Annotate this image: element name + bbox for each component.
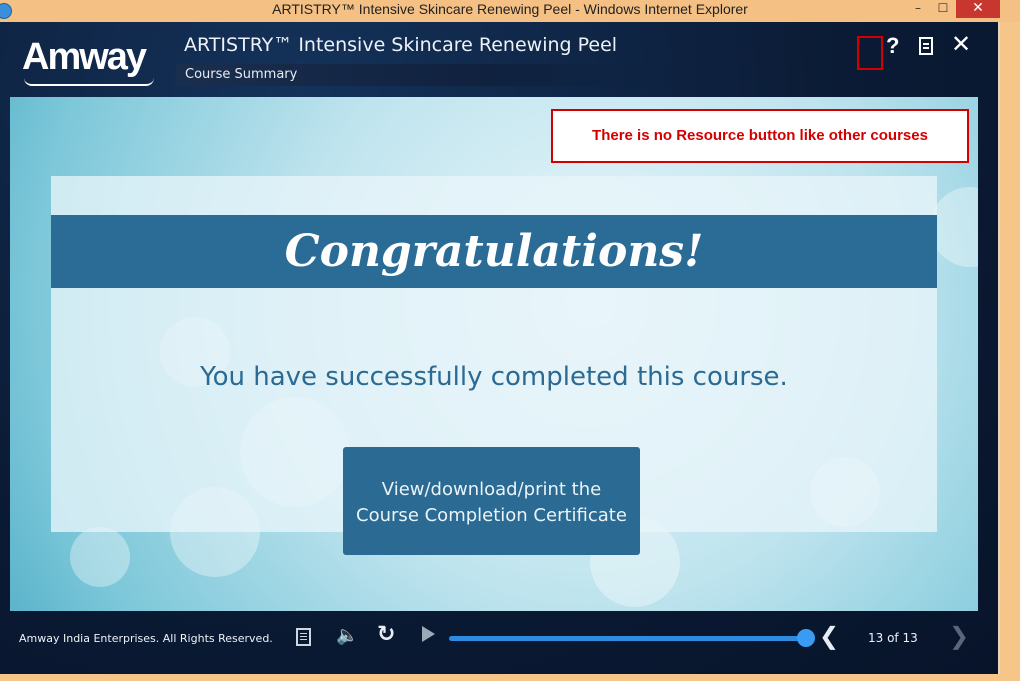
certificate-button-line1: View/download/print the <box>381 479 602 500</box>
maximize-button[interactable]: ☐ <box>930 0 956 18</box>
window-border <box>0 674 1000 681</box>
help-icon[interactable]: ? <box>886 33 899 59</box>
prev-icon[interactable]: ❮ <box>819 622 839 650</box>
certificate-button-line2: Course Completion Certificate <box>356 505 627 526</box>
menu-icon[interactable] <box>919 37 933 55</box>
window-title: ARTISTRY™ Intensive Skincare Renewing Pe… <box>272 1 748 17</box>
minimize-button[interactable]: – <box>905 0 931 18</box>
slide-content: Congratulations! You have successfully c… <box>10 97 978 611</box>
course-player: Amway ARTISTRY™ Intensive Skincare Renew… <box>0 22 998 674</box>
next-icon[interactable]: ❯ <box>949 622 969 650</box>
completion-message: You have successfully completed this cou… <box>200 362 788 392</box>
amway-logo: Amway <box>22 36 147 78</box>
missing-resource-highlight <box>857 36 883 70</box>
window-border <box>1000 22 1020 681</box>
progress-track[interactable] <box>449 636 807 641</box>
window-titlebar: ARTISTRY™ Intensive Skincare Renewing Pe… <box>0 0 1020 22</box>
congratulations-heading: Congratulations! <box>284 226 704 277</box>
window-close-button[interactable]: ✕ <box>956 0 1000 18</box>
course-title: ARTISTRY™ Intensive Skincare Renewing Pe… <box>184 34 618 56</box>
course-subtitle: Course Summary <box>185 67 298 82</box>
copyright-text: Amway India Enterprises. All Rights Rese… <box>19 632 273 645</box>
play-icon[interactable] <box>422 626 435 642</box>
close-icon[interactable]: ✕ <box>951 32 971 56</box>
volume-icon[interactable]: 🔈 <box>336 625 358 646</box>
logo-swoosh <box>24 78 154 86</box>
bokeh-decoration <box>70 527 130 587</box>
replay-icon[interactable]: ↻ <box>377 622 395 647</box>
transcript-icon[interactable] <box>296 628 311 646</box>
progress-thumb[interactable] <box>797 629 815 647</box>
certificate-button[interactable]: View/download/print the Course Completio… <box>343 447 640 555</box>
annotation-note: There is no Resource button like other c… <box>551 109 969 163</box>
bokeh-decoration <box>930 187 978 267</box>
page-indicator: 13 of 13 <box>868 631 918 645</box>
